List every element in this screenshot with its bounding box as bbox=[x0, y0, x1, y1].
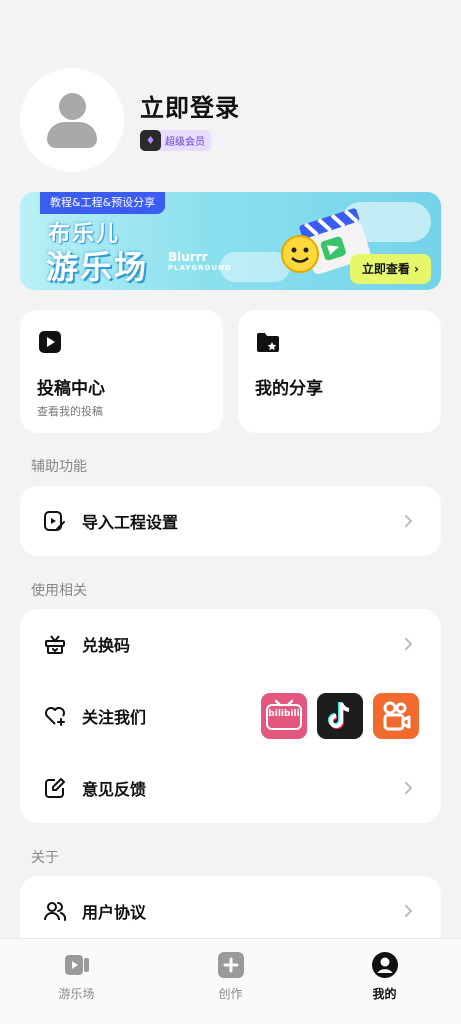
banner-brand-en: Blurrr PLAYGROUND bbox=[168, 250, 232, 274]
users-icon bbox=[44, 902, 67, 921]
douyin-icon bbox=[328, 702, 350, 729]
section-label-usage: 使用相关 bbox=[31, 583, 87, 599]
heart-plus-icon bbox=[45, 707, 65, 726]
row-label: 关注我们 bbox=[82, 708, 147, 727]
login-title[interactable]: 立即登录 bbox=[140, 88, 240, 123]
banner-brand-en-title: Blurrr bbox=[168, 250, 208, 264]
create-plus-icon bbox=[218, 952, 244, 978]
user-agreement-row[interactable]: 用户协议 bbox=[20, 876, 441, 946]
tile-subtitle: 查看我的投稿 bbox=[37, 405, 103, 418]
tab-mine[interactable]: 我的 bbox=[308, 939, 461, 1024]
chevron-right-icon bbox=[405, 638, 413, 650]
follow-us-row: 关注我们 bilibili bbox=[20, 681, 441, 751]
gift-icon bbox=[45, 635, 65, 654]
section-label-assist: 辅助功能 bbox=[31, 459, 87, 475]
import-project-icon bbox=[44, 511, 65, 531]
row-label: 意见反馈 bbox=[82, 780, 147, 799]
avatar-head-shape bbox=[59, 93, 86, 120]
tab-playground[interactable]: 游乐场 bbox=[0, 939, 153, 1024]
bilibili-button[interactable]: bilibili bbox=[261, 693, 307, 739]
bottom-tab-bar: 游乐场 创作 我的 bbox=[0, 938, 461, 1024]
submission-center-tile[interactable]: 投稿中心 查看我的投稿 bbox=[20, 310, 223, 433]
chevron-right-icon bbox=[405, 515, 413, 527]
tab-label: 游乐场 bbox=[58, 987, 95, 1001]
vip-badge-label: 超级会员 bbox=[165, 137, 205, 148]
playground-banner[interactable]: 教程&工程&预设分享 布乐儿 游乐场 Blurrr PLAYGROUND 立即查… bbox=[20, 192, 441, 290]
folder-star-icon bbox=[257, 333, 279, 352]
banner-tag: 教程&工程&预设分享 bbox=[40, 192, 166, 214]
avatar-body-shape bbox=[47, 122, 97, 148]
row-label: 用户协议 bbox=[82, 903, 147, 922]
chevron-right-icon bbox=[405, 782, 413, 794]
row-label: 导入工程设置 bbox=[82, 513, 179, 532]
row-label: 兑换码 bbox=[82, 636, 131, 655]
my-shares-tile[interactable]: 我的分享 bbox=[238, 310, 441, 433]
chevron-right-icon bbox=[405, 905, 413, 917]
kuaishou-icon bbox=[383, 701, 411, 731]
tile-title: 投稿中心 bbox=[37, 379, 105, 399]
douyin-button[interactable] bbox=[317, 693, 363, 739]
tile-title: 我的分享 bbox=[255, 379, 323, 399]
kuaishou-button[interactable] bbox=[373, 693, 419, 739]
tab-label: 创作 bbox=[218, 987, 243, 1001]
play-icon bbox=[39, 331, 61, 353]
section-label-about: 关于 bbox=[31, 850, 59, 866]
import-project-settings-row[interactable]: 导入工程设置 bbox=[20, 486, 441, 556]
vip-badge[interactable]: ♦ 超级会员 bbox=[140, 130, 211, 151]
feedback-row[interactable]: 意见反馈 bbox=[20, 753, 441, 823]
edit-feedback-icon bbox=[45, 778, 65, 798]
playground-icon bbox=[65, 955, 89, 975]
profile-header[interactable]: 立即登录 ♦ 超级会员 bbox=[20, 68, 440, 172]
usage-card: 兑换码 关注我们 bilibili 意见反馈 bbox=[20, 609, 441, 823]
banner-brand-en-sub: PLAYGROUND bbox=[168, 264, 232, 272]
tab-create[interactable]: 创作 bbox=[154, 939, 307, 1024]
bilibili-logo-text: bilibili bbox=[268, 709, 300, 719]
assist-card: 导入工程设置 bbox=[20, 486, 441, 556]
user-profile-icon bbox=[372, 952, 398, 978]
banner-title-line2: 游乐场 bbox=[46, 248, 149, 286]
diamond-icon: ♦ bbox=[140, 130, 161, 151]
tab-label: 我的 bbox=[372, 987, 397, 1001]
avatar[interactable] bbox=[20, 68, 124, 172]
redeem-code-row[interactable]: 兑换码 bbox=[20, 609, 441, 679]
banner-view-button[interactable]: 立即查看 › bbox=[349, 254, 431, 284]
